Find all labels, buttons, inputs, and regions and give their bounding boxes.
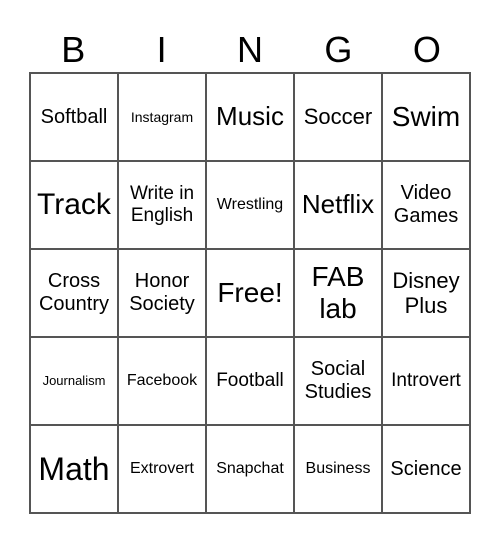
bingo-cell[interactable]: Extrovert: [118, 425, 206, 513]
bingo-cell[interactable]: Softball: [30, 73, 118, 161]
bingo-grid: Softball Instagram Music Soccer Swim Tra…: [29, 72, 471, 514]
bingo-cell[interactable]: Music: [206, 73, 294, 161]
bingo-cell[interactable]: Math: [30, 425, 118, 513]
bingo-header: B I N G O: [29, 28, 471, 72]
bingo-cell[interactable]: Football: [206, 337, 294, 425]
bingo-cell[interactable]: Wrestling: [206, 161, 294, 249]
bingo-cell[interactable]: Honor Society: [118, 249, 206, 337]
bingo-cell[interactable]: Soccer: [294, 73, 382, 161]
header-letter-b: B: [61, 29, 86, 70]
bingo-cell[interactable]: Facebook: [118, 337, 206, 425]
bingo-cell[interactable]: Instagram: [118, 73, 206, 161]
bingo-cell[interactable]: Social Studies: [294, 337, 382, 425]
bingo-cell[interactable]: Write in English: [118, 161, 206, 249]
bingo-cell[interactable]: Snapchat: [206, 425, 294, 513]
bingo-cell[interactable]: Swim: [382, 73, 470, 161]
bingo-cell[interactable]: Introvert: [382, 337, 470, 425]
bingo-cell[interactable]: Cross Country: [30, 249, 118, 337]
bingo-cell[interactable]: Track: [30, 161, 118, 249]
free-space[interactable]: Free!: [206, 249, 294, 337]
header-letter-o: O: [412, 29, 441, 70]
header-letter-n: N: [237, 29, 264, 70]
bingo-cell[interactable]: Netflix: [294, 161, 382, 249]
bingo-cell[interactable]: Journalism: [30, 337, 118, 425]
bingo-cell[interactable]: Science: [382, 425, 470, 513]
bingo-cell[interactable]: Disney Plus: [382, 249, 470, 337]
header-letter-i: I: [156, 29, 167, 70]
bingo-cell[interactable]: FAB lab: [294, 249, 382, 337]
bingo-cell[interactable]: Video Games: [382, 161, 470, 249]
bingo-cell[interactable]: Business: [294, 425, 382, 513]
header-letter-g: G: [324, 29, 353, 70]
